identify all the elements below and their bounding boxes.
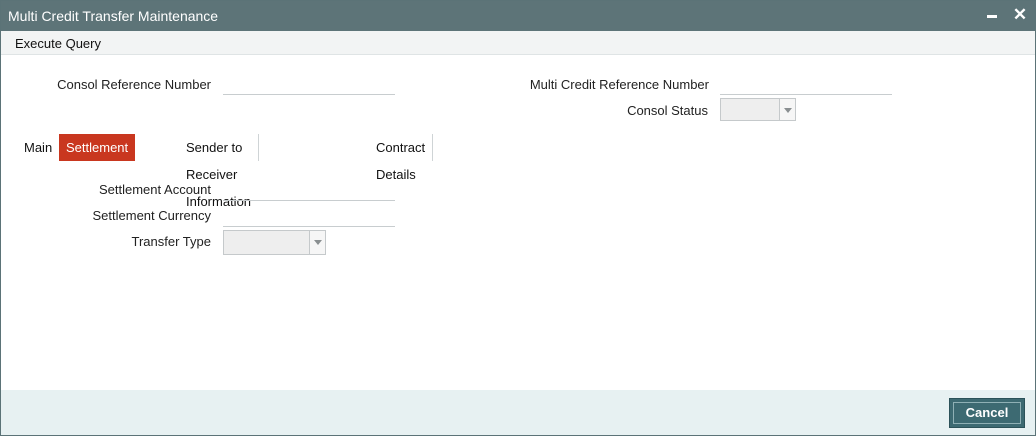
consol-status-label: Consol Status (627, 103, 708, 118)
cancel-button-focus-ring (953, 402, 1021, 424)
footer-bar (1, 390, 1035, 435)
close-icon[interactable]: ✕ (1011, 6, 1029, 24)
chevron-down-icon[interactable] (309, 231, 325, 254)
cancel-button[interactable]: Cancel (949, 398, 1025, 428)
chevron-down-icon[interactable] (779, 99, 795, 120)
multi-credit-reference-label: Multi Credit Reference Number (529, 77, 709, 92)
transfer-type-select[interactable] (223, 230, 326, 255)
title-bar: Multi Credit Transfer Maintenance ✕ (1, 1, 1035, 31)
multi-credit-reference-input[interactable] (720, 75, 892, 95)
consol-reference-label: Consol Reference Number (57, 77, 211, 92)
tab-sender-to-receiver-information[interactable]: Sender to Receiver Information (179, 134, 260, 209)
maintenance-window: Multi Credit Transfer Maintenance ✕ Exec… (0, 0, 1036, 436)
window-title: Multi Credit Transfer Maintenance (8, 8, 219, 24)
settlement-currency-label: Settlement Currency (92, 208, 212, 223)
transfer-type-label: Transfer Type (131, 234, 211, 249)
minimize-icon[interactable] (983, 6, 1001, 24)
execute-query-button[interactable]: Execute Query (15, 36, 101, 51)
tab-settlement-details[interactable]: Settlement Details (59, 134, 136, 182)
consol-reference-input[interactable] (223, 75, 395, 95)
settlement-currency-input[interactable] (223, 207, 395, 227)
settlement-account-label: Settlement Account (98, 182, 211, 197)
toolbar: Execute Query (1, 31, 1035, 55)
tab-main[interactable]: Main (17, 134, 59, 161)
settlement-account-input[interactable] (223, 181, 395, 201)
tab-contract-details[interactable]: Contract Details (369, 134, 434, 182)
consol-status-select[interactable] (720, 98, 796, 121)
